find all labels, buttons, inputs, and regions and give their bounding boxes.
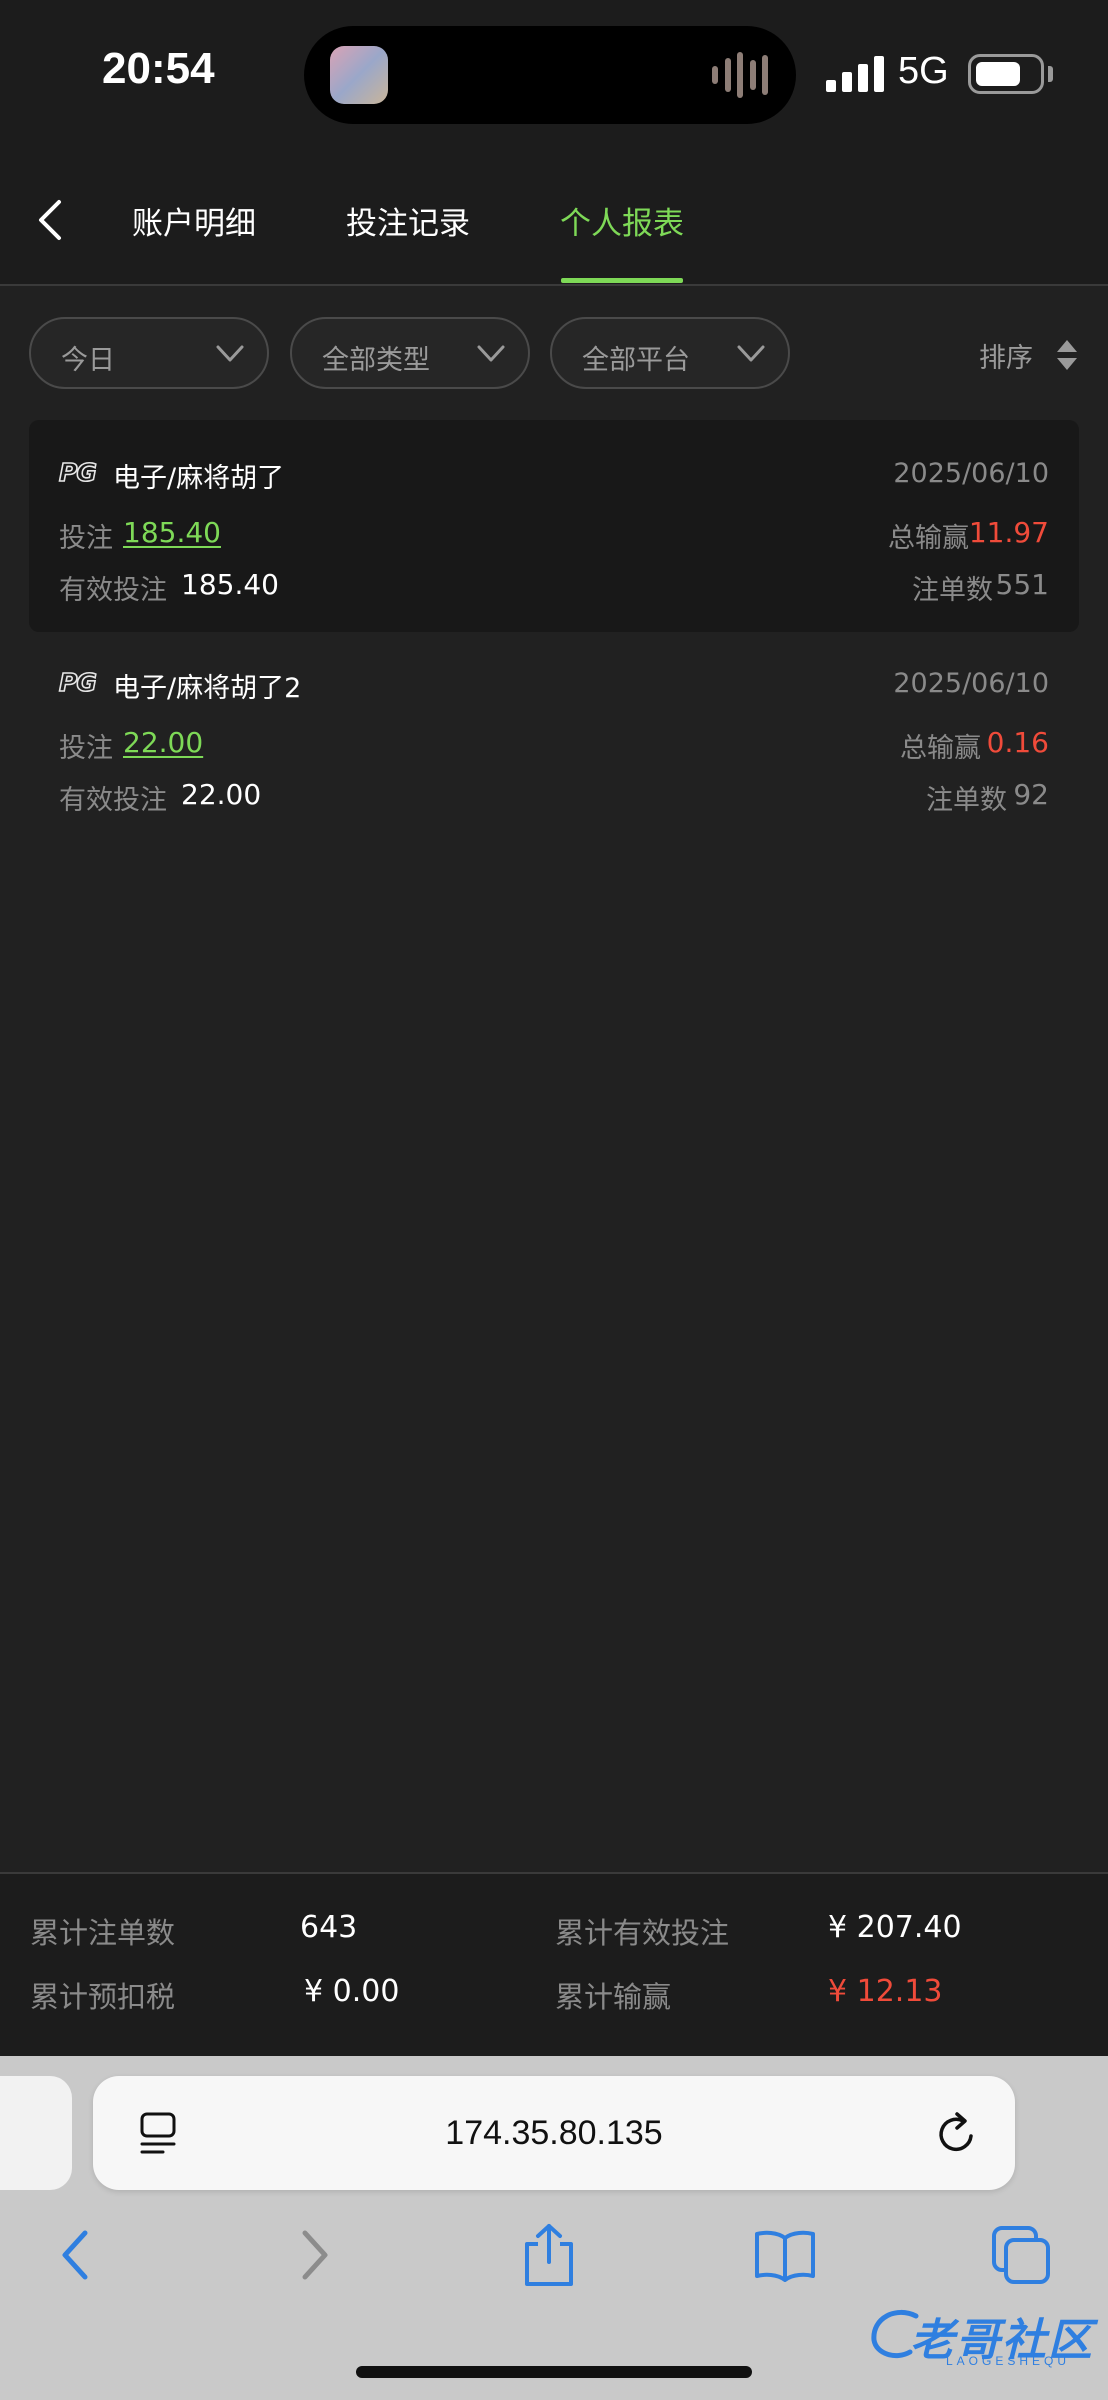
home-indicator[interactable]	[356, 2366, 752, 2378]
total-count-value: 643	[300, 1910, 358, 1945]
share-icon	[525, 2224, 573, 2286]
tabs-button[interactable]	[986, 2220, 1056, 2290]
now-playing-app-icon	[330, 46, 388, 104]
site-watermark: 老哥社区 LAOGESHEQU	[866, 2304, 1096, 2374]
report-record-card[interactable]: PG 电子/麻将胡了 2025/06/10 投注 185.40 总输赢 11.9…	[29, 420, 1079, 632]
share-button[interactable]	[514, 2220, 584, 2290]
total-win-value: 0.16	[986, 726, 1049, 759]
record-date: 2025/06/10	[893, 458, 1049, 489]
status-bar: 20:54 5G	[0, 0, 1108, 150]
chevron-down-icon	[737, 345, 765, 362]
bet-amount-link[interactable]: 185.40	[123, 516, 221, 549]
tabs-icon	[992, 2226, 1050, 2284]
game-name: 电子/麻将胡了2	[113, 673, 302, 704]
platform-filter-label: 全部平台	[582, 345, 690, 376]
bet-count-value: 92	[1013, 778, 1049, 811]
sort-icon[interactable]	[1054, 338, 1080, 372]
total-tax-value: ¥ 0.00	[304, 1974, 400, 2009]
type-filter-dropdown[interactable]: 全部类型	[290, 317, 530, 389]
period-filter-dropdown[interactable]: 今日	[29, 317, 269, 389]
pg-provider-logo: PG	[58, 457, 97, 488]
platform-filter-dropdown[interactable]: 全部平台	[550, 317, 790, 389]
battery-icon	[968, 54, 1044, 94]
total-tax-label: 累计预扣税	[30, 1980, 176, 2014]
chevron-left-icon	[39, 200, 61, 240]
total-win-label: 总输赢	[900, 733, 981, 764]
audio-waveform-icon	[712, 52, 768, 98]
valid-bet-label: 有效投注	[59, 785, 167, 816]
chevron-left-icon	[62, 2230, 88, 2280]
pg-provider-logo: PG	[58, 667, 97, 698]
report-header: 账户明细 投注记录 个人报表	[0, 150, 1108, 286]
total-count-label: 累计注单数	[30, 1916, 176, 1950]
valid-bet-value: 185.40	[181, 568, 279, 601]
record-date: 2025/06/10	[893, 668, 1049, 699]
bet-count-label: 注单数	[912, 575, 993, 606]
book-icon	[755, 2230, 815, 2282]
browser-forward-button[interactable]	[280, 2220, 350, 2290]
total-win-value: ¥ 12.13	[828, 1974, 943, 2009]
total-win-label: 累计输赢	[555, 1980, 672, 2014]
sort-button[interactable]: 排序	[979, 336, 1033, 375]
battery-tip	[1048, 66, 1053, 82]
bookmarks-button[interactable]	[750, 2220, 820, 2290]
reload-icon[interactable]	[933, 2108, 981, 2158]
total-valid-value: ¥ 207.40	[828, 1910, 962, 1945]
valid-bet-label: 有效投注	[59, 575, 167, 606]
game-name: 电子/麻将胡了	[113, 463, 285, 494]
browser-back-button[interactable]	[40, 2220, 110, 2290]
total-win-label: 总输赢	[888, 523, 969, 554]
bet-amount-link[interactable]: 22.00	[123, 726, 203, 759]
bet-count-value: 551	[995, 568, 1049, 601]
dynamic-island[interactable]	[304, 26, 796, 124]
valid-bet-value: 22.00	[181, 778, 262, 811]
address-bar[interactable]: 174.35.80.135	[93, 2076, 1015, 2190]
previous-tab-preview[interactable]	[0, 2076, 72, 2190]
active-tab-indicator	[561, 278, 683, 283]
browser-toolbar: 174.35.80.135 老哥社区 LAOGESHEQU	[0, 2056, 1108, 2400]
bet-label: 投注	[59, 733, 113, 764]
back-button[interactable]	[20, 190, 80, 250]
tab-personal-report[interactable]: 个人报表	[560, 198, 684, 243]
report-summary: 累计注单数 643 累计有效投注 ¥ 207.40 累计预扣税 ¥ 0.00 累…	[0, 1872, 1108, 2056]
url-text: 174.35.80.135	[445, 2114, 663, 2152]
total-win-value: 11.97	[968, 516, 1049, 549]
bet-label: 投注	[59, 523, 113, 554]
total-valid-label: 累计有效投注	[555, 1916, 730, 1950]
chevron-down-icon	[477, 345, 505, 362]
status-time: 20:54	[102, 44, 215, 93]
network-type: 5G	[898, 50, 949, 92]
watermark-subtext: LAOGESHEQU	[946, 2354, 1071, 2368]
bet-count-label: 注单数	[926, 785, 1007, 816]
cellular-signal-icon	[826, 56, 884, 92]
chevron-right-icon	[302, 2230, 328, 2280]
chevron-down-icon	[216, 345, 244, 362]
report-record-card[interactable]: PG 电子/麻将胡了2 2025/06/10 投注 22.00 总输赢 0.16…	[29, 630, 1079, 842]
type-filter-label: 全部类型	[322, 345, 430, 376]
period-filter-label: 今日	[61, 345, 115, 376]
tab-bet-records[interactable]: 投注记录	[346, 198, 470, 243]
tab-account-details[interactable]: 账户明细	[132, 198, 256, 243]
